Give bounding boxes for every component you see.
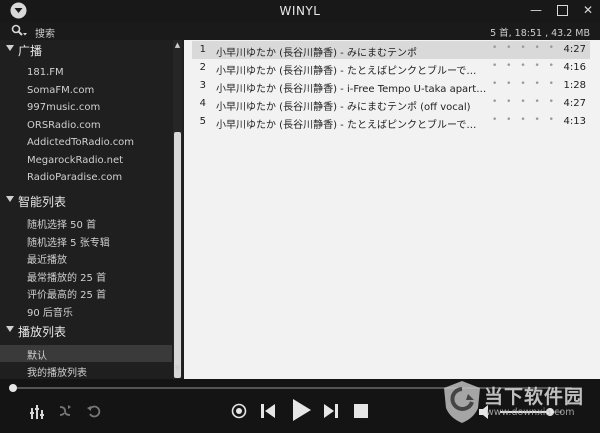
watermark-url: www.downxia.com	[486, 407, 575, 418]
repeat-icon[interactable]	[86, 403, 102, 419]
status-text: 5 首, 18:51 , 43.2 MB	[490, 28, 590, 39]
play-icon[interactable]	[290, 398, 312, 422]
track-duration: 4:16	[563, 62, 586, 73]
track-number: 4	[199, 98, 206, 109]
track-row[interactable]: 5 小早川ゆたか (長谷川静香) - たとえばピンクとブルーで… • • • •…	[192, 113, 590, 131]
search-icon[interactable]	[11, 24, 27, 38]
track-rating[interactable]: • • • • •	[492, 79, 557, 89]
minimize-icon[interactable]: —	[530, 3, 542, 17]
sidebar-item-label: 181.FM	[27, 67, 64, 78]
sidebar-item-label: 默认	[27, 351, 47, 362]
scroll-down-icon[interactable]: ▼	[174, 364, 181, 372]
group-label: 智能列表	[18, 195, 67, 209]
seek-handle[interactable]	[9, 384, 17, 392]
track-duration: 1:28	[563, 80, 586, 91]
sidebar-item-smart[interactable]: 90 后音乐	[0, 302, 172, 319]
track-row[interactable]: 2 小早川ゆたか (長谷川静香) - たとえばピンクとブルーで… • • • •…	[192, 59, 590, 77]
sidebar-item-label: 997music.com	[27, 102, 101, 113]
track-number: 1	[199, 44, 206, 55]
track-title: 小早川ゆたか (長谷川静香) - みにまむテンポ (off vocal)	[216, 102, 471, 113]
sidebar-item-label: RadioParadise.com	[27, 172, 123, 183]
track-row[interactable]: 1 小早川ゆたか (長谷川静香) - みにまむテンポ • • • • • 4:2…	[192, 41, 590, 59]
close-icon[interactable]: ✕	[582, 3, 594, 17]
sidebar-item-label: 评价最高的 25 首	[27, 290, 107, 301]
track-title: 小早川ゆたか (長谷川静香) - たとえばピンクとブルーで…	[216, 120, 477, 131]
group-label: 广播	[18, 44, 43, 58]
watermark-text: 当下软件园	[484, 386, 585, 408]
track-rating[interactable]: • • • • •	[492, 97, 557, 107]
track-row[interactable]: 4 小早川ゆたか (長谷川静香) - みにまむテンポ (off vocal) •…	[192, 95, 590, 113]
sidebar-item-playlist[interactable]: 我的播放列表	[0, 362, 172, 379]
stop-icon[interactable]	[231, 403, 247, 419]
track-duration: 4:27	[563, 98, 586, 109]
sidebar-item-label: 我的播放列表	[27, 368, 87, 379]
group-playlists[interactable]: 播放列表	[0, 322, 172, 340]
sidebar-item-label: SomaFM.com	[27, 85, 95, 96]
track-duration: 4:27	[563, 44, 586, 55]
sidebar-item-radio[interactable]: 181.FM	[0, 65, 172, 82]
track-rating[interactable]: • • • • •	[492, 43, 557, 53]
track-row[interactable]: 3 小早川ゆたか (長谷川静香) - i-Free Tempo U-taka a…	[192, 77, 590, 95]
equalizer-icon[interactable]	[30, 403, 44, 419]
sidebar-item-radio[interactable]: SomaFM.com	[0, 83, 172, 100]
sidebar-item-label: ORSRadio.com	[27, 120, 101, 131]
group-radio[interactable]: 广播	[0, 41, 172, 59]
sidebar-item-label: 90 后音乐	[27, 308, 73, 319]
stop-square-icon[interactable]	[353, 403, 369, 419]
sidebar-item-smart[interactable]: 最常播放的 25 首	[0, 267, 172, 284]
sidebar-item-label: 随机选择 5 张专辑	[27, 238, 110, 249]
sidebar-item-label: AddictedToRadio.com	[27, 137, 135, 148]
track-number: 2	[199, 62, 206, 73]
sidebar-item-label: MegarockRadio.net	[27, 155, 124, 166]
group-label: 播放列表	[18, 325, 67, 339]
sidebar-item-label: 最常播放的 25 首	[27, 273, 107, 284]
playlist-panel: 1 小早川ゆたか (長谷川静香) - みにまむテンポ • • • • • 4:2…	[184, 40, 600, 379]
track-number: 5	[199, 116, 206, 127]
sidebar-item-smart[interactable]: 评价最高的 25 首	[0, 284, 172, 301]
track-title: 小早川ゆたか (長谷川静香) - たとえばピンクとブルーで…	[216, 66, 477, 77]
sidebar-item-smart[interactable]: 随机选择 50 首	[0, 214, 172, 231]
app-title: WINYL	[279, 4, 321, 18]
next-icon[interactable]	[322, 402, 340, 420]
toolbar: 搜索 5 首, 18:51 , 43.2 MB	[0, 22, 600, 40]
previous-icon[interactable]	[259, 402, 277, 420]
sidebar-scrollbar-thumb[interactable]	[174, 132, 181, 378]
track-number: 3	[199, 80, 206, 91]
sidebar-item-playlist[interactable]: 默认	[0, 345, 172, 362]
sidebar-item-label: 最近播放	[27, 255, 67, 266]
sidebar-item-smart[interactable]: 最近播放	[0, 249, 172, 266]
track-rating[interactable]: • • • • •	[492, 61, 557, 71]
sidebar-item-radio[interactable]: MegarockRadio.net	[0, 153, 172, 170]
sidebar-item-label: 随机选择 50 首	[27, 220, 97, 231]
scroll-up-icon[interactable]: ▲	[174, 41, 181, 49]
chevron-down-icon	[6, 196, 14, 202]
search-label[interactable]: 搜索	[35, 25, 55, 40]
sidebar-item-radio[interactable]: RadioParadise.com	[0, 170, 172, 187]
watermark: 当下软件园 www.downxia.com	[442, 374, 600, 433]
chevron-down-icon	[6, 45, 14, 51]
maximize-icon[interactable]	[556, 3, 568, 17]
watermark-logo-icon	[444, 381, 480, 423]
sidebar-item-radio[interactable]: ORSRadio.com	[0, 118, 172, 135]
shuffle-icon[interactable]	[57, 403, 73, 419]
chevron-down-icon	[6, 326, 14, 332]
sidebar: 广播 181.FM SomaFM.com 997music.com ORSRad…	[0, 40, 184, 379]
sidebar-item-radio[interactable]: 997music.com	[0, 100, 172, 117]
group-smart-lists[interactable]: 智能列表	[0, 192, 172, 210]
track-duration: 4:13	[563, 116, 586, 127]
track-rating[interactable]: • • • • •	[492, 115, 557, 125]
title-bar: WINYL — ✕	[0, 0, 600, 22]
track-title: 小早川ゆたか (長谷川静香) - みにまむテンポ	[216, 48, 417, 59]
track-title: 小早川ゆたか (長谷川静香) - i-Free Tempo U-taka apa…	[216, 84, 487, 95]
sidebar-item-smart[interactable]: 随机选择 5 张专辑	[0, 232, 172, 249]
sidebar-item-radio[interactable]: AddictedToRadio.com	[0, 135, 172, 152]
